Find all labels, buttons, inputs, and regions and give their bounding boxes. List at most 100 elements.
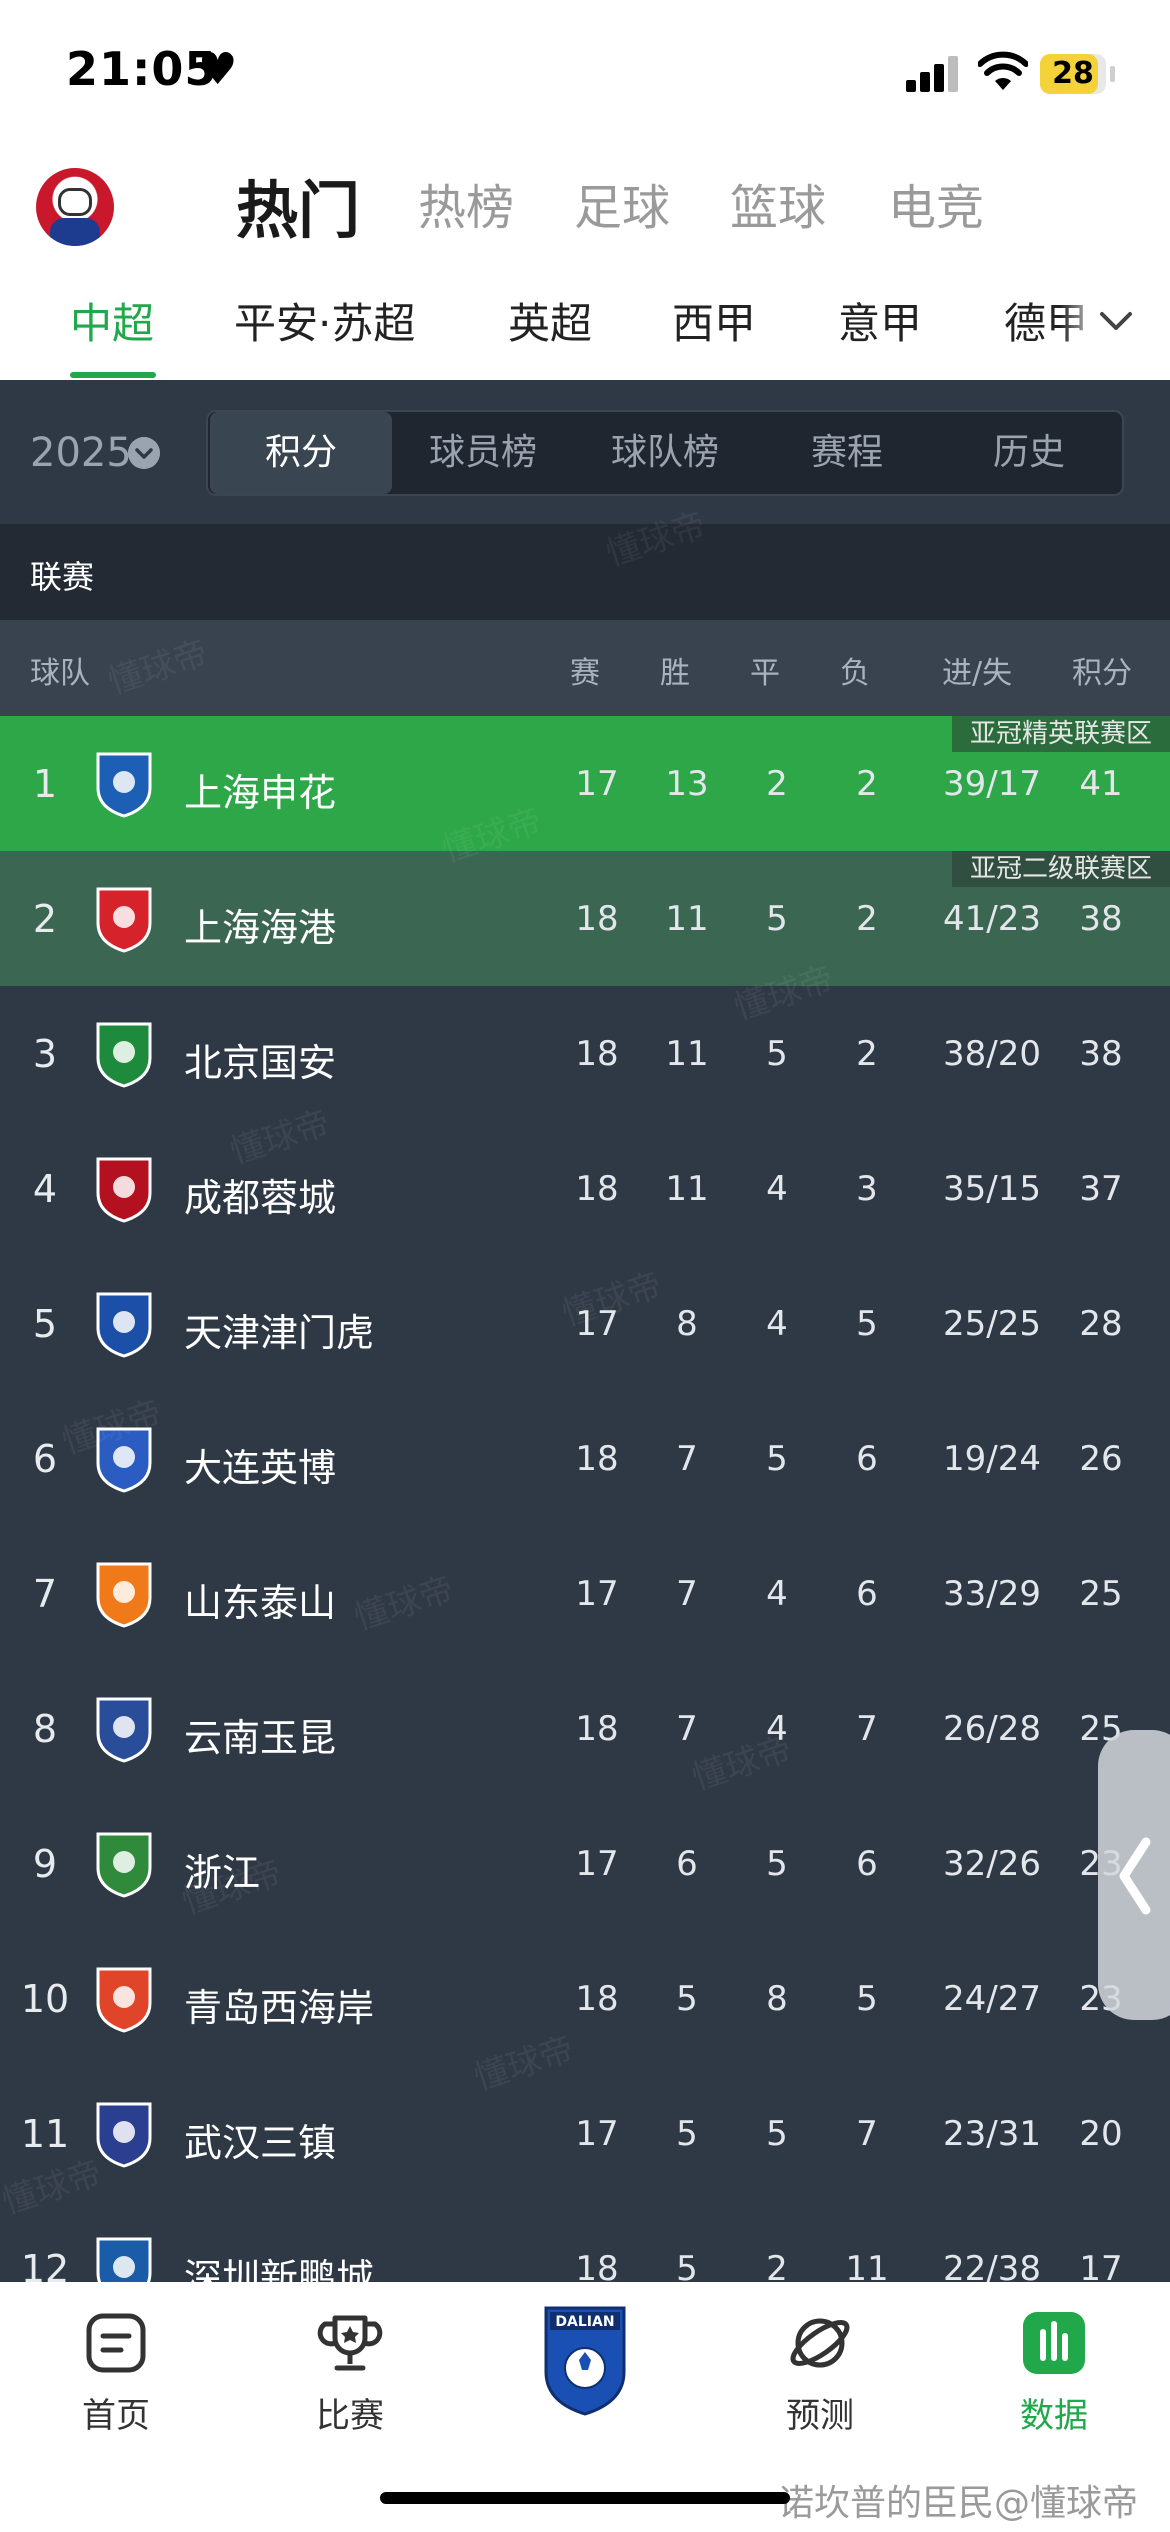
team-name[interactable]: 上海海港 — [184, 897, 336, 952]
chevron-down-icon[interactable] — [1096, 300, 1136, 340]
stat-played: 18 — [575, 899, 619, 939]
league-tabs: 中超 平安·苏超 英超 西甲 意甲 德甲 — [0, 290, 1170, 380]
stat-goals: 23/31 — [943, 2114, 1041, 2154]
nav-data-label: 数据 — [1020, 2396, 1088, 2436]
table-row[interactable]: 7 山东泰山 17 7 4 6 33/29 25 — [0, 1526, 1170, 1661]
team-name[interactable]: 成都蓉城 — [184, 1167, 336, 1222]
col-lost: 负 — [840, 656, 870, 691]
stat-played: 17 — [575, 1574, 619, 1614]
team-name[interactable]: 山东泰山 — [184, 1572, 336, 1627]
avatar[interactable] — [36, 168, 114, 246]
club-logo-text: DALIAN — [555, 2314, 614, 2330]
nav-predict[interactable]: 预测 — [740, 2308, 900, 2437]
cellular-signal-icon — [906, 56, 958, 92]
home-icon — [86, 2313, 146, 2373]
stat-goals: 33/29 — [943, 1574, 1041, 1614]
team-name[interactable]: 青岛西海岸 — [184, 1977, 374, 2032]
table-row[interactable]: 10青岛西海岸1858524/2723 — [0, 1931, 1170, 2066]
league-tab-seriea[interactable]: 意甲 — [838, 290, 922, 351]
stat-drawn: 2 — [766, 764, 788, 804]
table-row[interactable]: 6 大连英博 18 7 5 6 19/24 26 — [0, 1391, 1170, 1526]
team-rank: 3 — [32, 1032, 58, 1076]
col-goals: 进/失 — [942, 656, 1013, 691]
stat-drawn: 4 — [766, 1574, 788, 1614]
stat-won: 11 — [665, 899, 709, 939]
year-selector[interactable]: 2025 — [30, 430, 132, 476]
tab-hot[interactable]: 热门 — [236, 160, 360, 250]
wifi-icon — [978, 51, 1028, 90]
table-row[interactable]: 3 北京国安 18 11 5 2 38/20 38 — [0, 986, 1170, 1121]
year-dropdown-icon[interactable] — [128, 437, 160, 469]
team-badge-icon — [96, 1697, 152, 1763]
nav-predict-label: 预测 — [786, 2396, 854, 2436]
stat-played: 17 — [575, 764, 619, 804]
team-name[interactable]: 上海申花 — [184, 762, 336, 817]
team-badge-icon — [96, 2102, 152, 2168]
table-row[interactable]: 亚冠二级联赛区 2 上海海港 18 11 5 2 41/23 38 — [0, 851, 1170, 986]
stat-lost: 6 — [856, 1574, 878, 1614]
team-name[interactable]: 武汉三镇 — [184, 2112, 336, 2167]
league-tab-jiangsu[interactable]: 平安·苏超 — [234, 290, 415, 351]
segment-team-rank[interactable]: 球队榜 — [574, 412, 756, 494]
side-panel-handle[interactable] — [1098, 1730, 1170, 2020]
stat-played: 18 — [575, 1709, 619, 1749]
stat-lost: 3 — [856, 1169, 878, 1209]
segment-standings[interactable]: 积分 — [210, 412, 392, 494]
segment-history[interactable]: 历史 — [938, 412, 1120, 494]
stat-goals: 26/28 — [943, 1709, 1041, 1749]
team-rank: 5 — [32, 1302, 58, 1346]
stat-drawn: 8 — [766, 1979, 788, 2019]
stat-won: 7 — [676, 1439, 698, 1479]
source-watermark: 诺坎普的臣民@懂球帝 — [778, 2483, 1139, 2524]
battery-icon: 28 — [1040, 54, 1106, 94]
league-tab-csl[interactable]: 中超 — [70, 290, 154, 351]
table-row[interactable]: 4 成都蓉城 18 11 4 3 35/15 37 — [0, 1121, 1170, 1256]
stat-drawn: 5 — [766, 2114, 788, 2154]
table-row[interactable]: 亚冠精英联赛区 1 上海申花 17 13 2 2 39/17 41 — [0, 716, 1170, 851]
team-name[interactable]: 大连英博 — [184, 1437, 336, 1492]
table-row[interactable]: 8 云南玉昆 18 7 4 7 26/28 25 — [0, 1661, 1170, 1796]
section-header — [0, 524, 1170, 620]
stat-played: 17 — [575, 1844, 619, 1884]
stat-points: 25 — [1079, 1574, 1123, 1614]
segment-player-rank[interactable]: 球员榜 — [392, 412, 574, 494]
nav-home[interactable]: 首页 — [36, 2308, 196, 2437]
stat-goals: 19/24 — [943, 1439, 1041, 1479]
col-won: 胜 — [660, 656, 690, 691]
heart-icon: ♥ — [198, 44, 238, 95]
stat-points: 26 — [1079, 1439, 1123, 1479]
stat-played: 18 — [575, 1439, 619, 1479]
league-tab-laliga[interactable]: 西甲 — [672, 290, 756, 351]
tab-esports[interactable]: 电竞 — [888, 168, 984, 238]
battery-tip — [1110, 66, 1115, 82]
tab-football[interactable]: 足球 — [574, 168, 670, 238]
trophy-icon — [317, 2315, 383, 2371]
stat-drawn: 5 — [766, 1439, 788, 1479]
stat-played: 18 — [575, 1169, 619, 1209]
team-name[interactable]: 云南玉昆 — [184, 1707, 336, 1762]
tab-basketball[interactable]: 篮球 — [730, 168, 826, 238]
col-drawn: 平 — [750, 656, 780, 691]
nav-data[interactable]: 数据 — [974, 2308, 1134, 2437]
team-badge-icon — [96, 1562, 152, 1628]
stats-segmented-control: 积分 球员榜 球队榜 赛程 历史 — [206, 410, 1124, 496]
team-name[interactable]: 北京国安 — [184, 1032, 336, 1087]
zone-label: 亚冠二级联赛区 — [951, 851, 1170, 887]
segment-schedule[interactable]: 赛程 — [756, 412, 938, 494]
team-name[interactable]: 天津津门虎 — [184, 1302, 374, 1357]
stat-goals: 35/15 — [943, 1169, 1041, 1209]
stat-won: 8 — [676, 1304, 698, 1344]
team-rank: 4 — [32, 1167, 58, 1211]
team-rank: 9 — [32, 1842, 58, 1886]
stat-drawn: 5 — [766, 1844, 788, 1884]
nav-matches[interactable]: 比赛 — [270, 2308, 430, 2437]
table-row[interactable]: 11 武汉三镇 17 5 5 7 23/31 20 — [0, 2066, 1170, 2201]
chart-icon — [1023, 2312, 1085, 2374]
stat-won: 13 — [665, 764, 709, 804]
tab-hot-list[interactable]: 热榜 — [418, 168, 514, 238]
table-row[interactable]: 9浙江1765632/2623 — [0, 1796, 1170, 1931]
nav-club[interactable]: DALIAN — [505, 2302, 665, 2422]
team-rank: 10 — [20, 1977, 70, 2021]
home-indicator[interactable] — [380, 2492, 790, 2504]
league-tab-epl[interactable]: 英超 — [508, 290, 592, 351]
